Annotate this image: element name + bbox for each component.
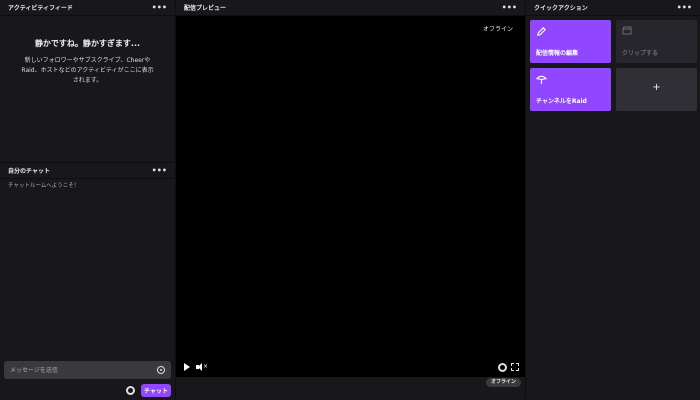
chat-title: 自分のチャット: [8, 168, 50, 175]
offline-overlay-text: オフライン: [482, 26, 513, 33]
activity-feed-header: アクティビティフィード •••: [0, 0, 175, 16]
edit-stream-info-button[interactable]: 配信情報の編集: [530, 20, 611, 63]
clip-label: クリップする: [622, 50, 659, 57]
stream-preview-panel: 配信プレビュー ••• オフライン × オフライン: [176, 0, 525, 400]
activity-feed-empty-state: 静かですね。静かすぎます... 新しいフォロワーやサブスクライブ、CheerやR…: [0, 38, 175, 86]
quick-actions-panel: クイックアクション ••• 配信情報の編集 クリップする チャンネルをRaid …: [526, 0, 700, 400]
raid-channel-button[interactable]: チャンネルをRaid: [530, 68, 611, 111]
activity-feed-panel: アクティビティフィード ••• 静かですね。静かすぎます... 新しいフォロワー…: [0, 0, 175, 162]
add-quick-action-button[interactable]: +: [616, 68, 697, 111]
empty-state-title: 静かですね。静かすぎます...: [34, 39, 141, 48]
emote-picker-icon[interactable]: [157, 366, 165, 374]
edit-stream-info-label: 配信情報の編集: [536, 50, 579, 57]
chat-welcome-message: チャットルームへようこそ！: [8, 183, 80, 189]
stream-status-badge: オフライン: [485, 378, 521, 387]
chat-actions: チャット: [126, 384, 171, 397]
quick-actions-header: クイックアクション •••: [526, 0, 700, 16]
chat-input-box[interactable]: [4, 361, 171, 379]
chat-message-input[interactable]: [10, 366, 140, 374]
stream-preview-more-icon[interactable]: •••: [502, 3, 517, 11]
clapper-icon: [622, 26, 632, 35]
fullscreen-icon[interactable]: [511, 363, 519, 371]
chat-send-button[interactable]: チャット: [141, 384, 171, 397]
pencil-icon: [537, 27, 546, 36]
quick-actions-more-icon[interactable]: •••: [677, 3, 692, 11]
video-player[interactable]: オフライン ×: [176, 16, 525, 377]
stream-preview-header: 配信プレビュー •••: [176, 0, 525, 16]
play-icon[interactable]: [184, 363, 190, 371]
player-settings-gear-icon[interactable]: [498, 363, 507, 372]
activity-feed-more-icon[interactable]: •••: [152, 3, 167, 11]
raid-icon: [536, 75, 547, 85]
chat-settings-gear-icon[interactable]: [126, 386, 135, 395]
clip-button[interactable]: クリップする: [616, 20, 697, 63]
chat-header: 自分のチャット •••: [0, 163, 175, 179]
quick-actions-title: クイックアクション: [534, 5, 588, 12]
chat-panel: 自分のチャット ••• チャットルームへようこそ！ チャット: [0, 162, 175, 400]
empty-state-description: 新しいフォロワーやサブスクライブ、CheerやRaid、ホストなどのアクティビテ…: [21, 57, 154, 84]
chat-more-icon[interactable]: •••: [152, 166, 167, 174]
volume-muted-icon[interactable]: ×: [196, 363, 208, 371]
activity-feed-title: アクティビティフィード: [8, 5, 73, 12]
plus-icon: +: [652, 82, 661, 93]
stream-preview-title: 配信プレビュー: [184, 5, 227, 12]
raid-channel-label: チャンネルをRaid: [536, 98, 587, 105]
